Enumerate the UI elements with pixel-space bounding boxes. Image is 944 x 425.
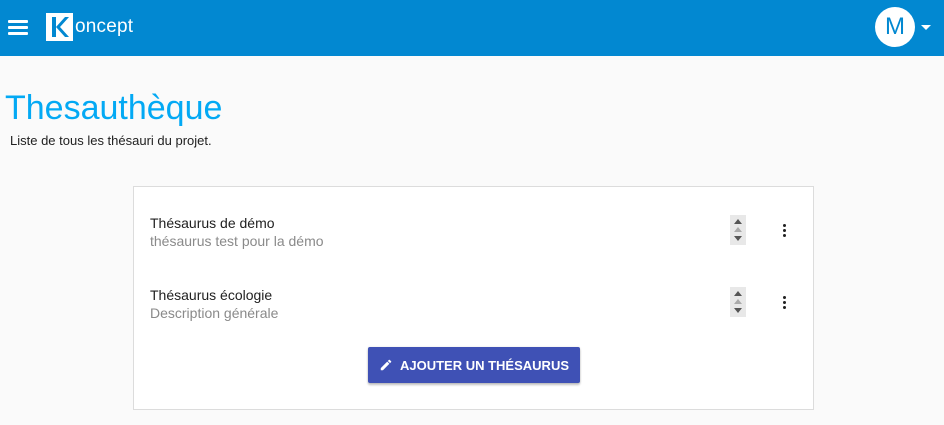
list-item[interactable]: Thésaurus de démo thésaurus test pour la…	[150, 215, 790, 255]
page-title: Thesauthèque	[5, 89, 223, 127]
more-options-icon[interactable]	[772, 219, 796, 243]
thesaurus-description: Description générale	[150, 305, 279, 321]
add-thesaurus-label: AJOUTER UN THÉSAURUS	[399, 357, 569, 373]
avatar-letter: M	[885, 13, 905, 40]
thesaurus-title[interactable]: Thésaurus de démo	[150, 215, 275, 231]
reorder-handle-icon[interactable]	[730, 287, 746, 317]
thesaurus-title[interactable]: Thésaurus écologie	[150, 287, 272, 303]
menu-icon[interactable]	[8, 18, 28, 38]
reorder-handle-icon[interactable]	[730, 215, 746, 245]
account-dropdown-icon[interactable]	[921, 25, 931, 30]
thesaurus-list-card: Thésaurus de démo thésaurus test pour la…	[133, 186, 814, 410]
page-subtitle: Liste de tous les thésauri du projet.	[10, 133, 212, 148]
top-app-bar: oncept M	[0, 0, 944, 56]
add-thesaurus-button[interactable]: AJOUTER UN THÉSAURUS	[368, 347, 580, 383]
list-item[interactable]: Thésaurus écologie Description générale	[150, 287, 790, 327]
app-name: oncept	[75, 16, 134, 37]
pencil-icon	[380, 359, 392, 371]
more-options-icon[interactable]	[772, 291, 796, 315]
app-logo[interactable]: oncept	[46, 12, 133, 42]
logo-mark	[46, 13, 73, 41]
user-avatar[interactable]: M	[875, 7, 915, 47]
thesaurus-description: thésaurus test pour la démo	[150, 233, 324, 249]
